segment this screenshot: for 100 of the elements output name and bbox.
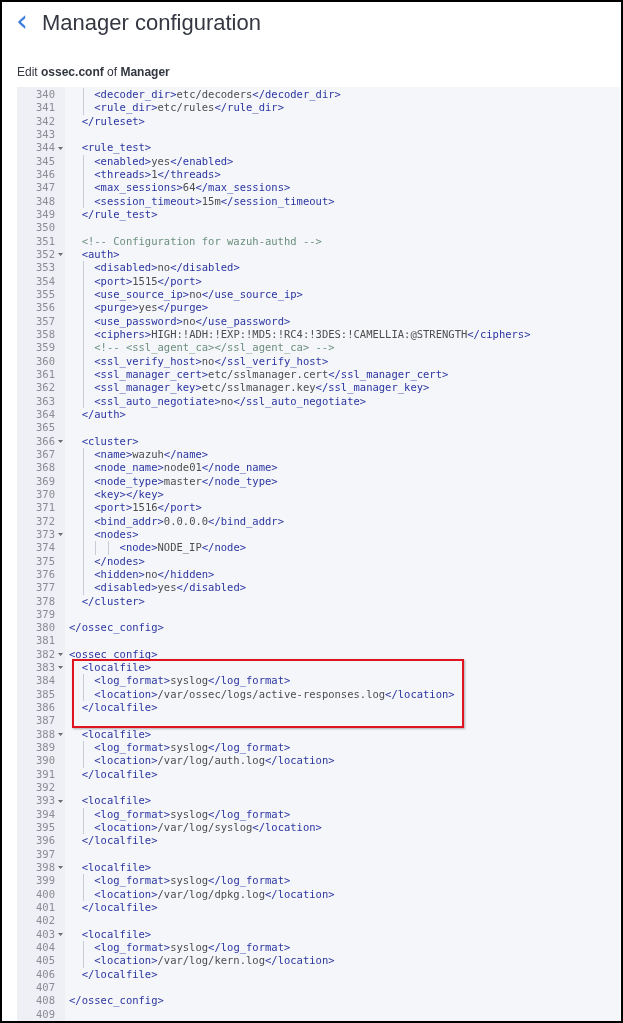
code-line: <log_format>syslog</log_format> [93, 674, 291, 687]
code-line: <use_source_ip>no</use_source_ip> [93, 287, 303, 300]
line-number: 353 [35, 261, 55, 275]
line-number: 409 [35, 1007, 55, 1021]
fold-toggle-icon[interactable] [57, 533, 63, 536]
line-number: 397 [35, 847, 55, 862]
code-line: <log_format>syslog</log_format> [93, 807, 291, 820]
line-number: 350 [35, 221, 55, 235]
line-number: 361 [35, 367, 55, 382]
line-number: 406 [35, 967, 55, 981]
line-number: 381 [35, 634, 55, 648]
code-line: <localfile> [80, 927, 152, 940]
fold-toggle-icon[interactable] [57, 866, 63, 870]
code-line: <hidden>no</hidden> [93, 567, 215, 580]
line-number: 384 [35, 674, 55, 688]
line-number: 346 [35, 168, 55, 182]
code-line: <ssl_manager_key>etc/sslmanager.key</ssl_manager_key> [93, 381, 430, 394]
line-number: 360 [35, 354, 55, 368]
fold-toggle-icon[interactable] [57, 799, 63, 803]
back-button[interactable]: ‹ [16, 5, 28, 36]
code-line: </cluster> [80, 594, 145, 607]
line-number: 341 [35, 101, 55, 115]
code-line: <rule_dir>etc/rules</rule_dir> [93, 101, 284, 114]
code-line: <ssl_verify_host>no</ssl_verify_host> [93, 354, 329, 367]
line-number: 345 [35, 154, 55, 168]
line-number: 395 [35, 821, 55, 835]
code-line: <disabled>yes</disabled> [93, 581, 247, 594]
code-line: <localfile> [80, 794, 152, 807]
code-line: <port>1515</port> [93, 274, 202, 287]
code-line: <location>/var/log/kern.log</location> [93, 954, 335, 967]
code-line: <threads>1</threads> [93, 168, 221, 180]
fold-toggle-icon[interactable] [57, 932, 63, 936]
code-line: <log_format>syslog</log_format> [93, 941, 291, 954]
line-number: 382 [35, 647, 55, 662]
code-line: </ossec_config> [69, 621, 164, 634]
code-line: <!-- Configuration for wazuh-authd --> [80, 234, 322, 247]
line-number: 368 [35, 461, 55, 475]
line-number: 405 [35, 954, 55, 968]
code-line: <!-- <ssl_agent_ca></ssl_agent_ca> --> [93, 341, 335, 354]
line-number: 375 [35, 554, 55, 568]
code-line: <key></key> [93, 487, 164, 500]
code-line: <node_name>node01</node_name> [93, 461, 278, 474]
line-number: 378 [35, 594, 55, 608]
code-line: <ssl_auto_negotiate>no</ssl_auto_negotiate> [93, 394, 367, 407]
code-line: <localfile> [80, 727, 152, 740]
line-number: 407 [35, 981, 55, 995]
line-number: 373 [35, 527, 55, 542]
code-line: </ossec_config> [69, 994, 164, 1007]
code-line: </localfile> [80, 701, 158, 714]
code-line: <enabled>yes</enabled> [93, 154, 234, 167]
line-number: 402 [35, 914, 55, 928]
line-number: 372 [35, 514, 55, 528]
code-line: <decoder_dir>etc/decoders</decoder_dir> [93, 88, 341, 101]
line-number: 352 [35, 247, 55, 262]
line-number: 383 [35, 661, 55, 675]
code-line: <name>wazuh</name> [93, 447, 209, 460]
code-line: <location>/var/ossec/logs/active-responses.log</location> [93, 687, 455, 700]
line-number: 349 [35, 208, 55, 222]
line-number: 408 [35, 994, 55, 1008]
line-number: 357 [35, 314, 55, 328]
code-line: </localfile> [80, 767, 158, 780]
fold-toggle-icon[interactable] [57, 652, 63, 656]
line-number: 394 [35, 807, 55, 822]
page-title: Manager configuration [42, 9, 261, 37]
code-line: <cluster> [80, 434, 139, 447]
fold-toggle-icon[interactable] [57, 146, 63, 150]
line-number: 386 [35, 701, 55, 715]
code-line: <ssl_manager_cert>etc/sslmanager.cert</ssl_manager_cert> [93, 367, 449, 380]
line-number: 387 [35, 714, 55, 728]
code-line: <log_format>syslog</log_format> [93, 874, 291, 887]
line-number: 401 [35, 901, 55, 915]
editor-subtitle: Edit ossec.conf of Manager [17, 64, 171, 82]
code-line: <node_type>master</node_type> [93, 474, 278, 487]
code-line: <use_password>no</use_password> [93, 314, 291, 327]
code-line: <localfile> [80, 861, 152, 874]
line-number: 359 [35, 341, 55, 355]
fold-toggle-icon[interactable] [57, 732, 63, 736]
line-number: 342 [35, 114, 55, 128]
code-line: </auth> [80, 407, 126, 420]
code-line: <log_format>syslog</log_format> [93, 741, 291, 754]
code-line: </rule_test> [80, 208, 158, 220]
line-number: 393 [35, 794, 55, 808]
line-number: 380 [35, 621, 55, 635]
code-line: <purge>yes</purge> [93, 301, 209, 314]
line-number: 366 [35, 434, 55, 448]
line-number: 374 [35, 541, 55, 555]
line-number: 364 [35, 407, 55, 422]
fold-toggle-icon[interactable] [57, 439, 63, 443]
code-line: </localfile> [80, 834, 158, 847]
line-number: 399 [35, 874, 55, 888]
line-number: 365 [35, 421, 55, 435]
fold-toggle-icon[interactable] [57, 666, 63, 670]
fold-toggle-icon[interactable] [57, 253, 63, 257]
code-line: <session_timeout>15m</session_timeout> [93, 194, 335, 207]
line-number: 348 [35, 194, 55, 208]
line-number: 343 [35, 128, 55, 142]
code-editor[interactable] [17, 87, 620, 1021]
line-number: 351 [35, 234, 55, 248]
line-number: 396 [35, 834, 55, 848]
line-number: 371 [35, 501, 55, 515]
